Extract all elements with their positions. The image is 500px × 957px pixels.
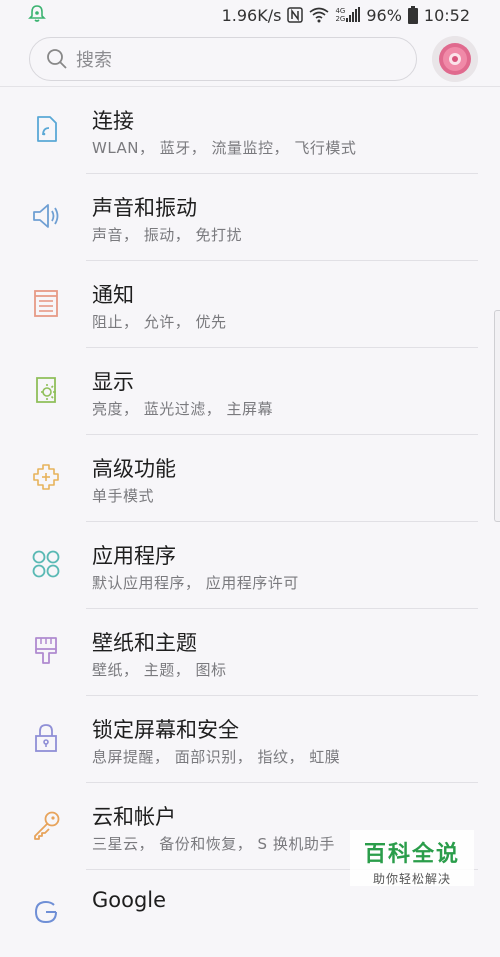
scrollbar[interactable] [494,310,500,522]
watermark-title: 百科全说 [363,842,460,867]
wifi-icon [309,7,329,23]
settings-item-subtitle: 阻止， 允许， 优先 [92,313,227,331]
google-icon [34,900,57,924]
settings-item-title: 壁纸和主题 [92,631,197,655]
settings-item-sounds[interactable]: 声音和振动 声音， 振动， 免打扰 [0,174,500,261]
settings-item-title: 连接 [92,109,134,133]
key-icon [34,811,60,840]
settings-item-title: 显示 [92,370,134,394]
settings-item-title: 声音和振动 [92,196,197,220]
settings-item-title: Google [92,888,167,912]
signal-4g-label: 4G [335,7,346,15]
clock: 10:52 [423,5,470,25]
settings-item-subtitle: WLAN， 蓝牙， 流量监控， 飞行模式 [92,139,357,157]
settings-item-display[interactable]: 显示 亮度， 蓝光过滤， 主屏幕 [0,348,500,435]
settings-item-title: 锁定屏幕和安全 [92,718,239,742]
settings-item-connections[interactable]: 连接 WLAN， 蓝牙， 流量监控， 飞行模式 [0,87,500,174]
battery-icon [407,6,418,24]
battery-percent: 96% [366,5,402,25]
settings-item-title: 云和帐户 [92,805,176,829]
settings-item-subtitle: 声音， 振动， 免打扰 [92,226,243,244]
watermark-subtitle: 助你轻松解决 [372,872,451,886]
settings-item-subtitle: 壁纸， 主题， 图标 [92,661,227,679]
settings-item-advanced-features[interactable]: 高级功能 单手模式 [0,435,500,522]
status-bar: 1.96K/s 4G 2G 96% 10:52 [0,0,500,30]
settings-item-subtitle: 三星云， 备份和恢复， S 换机助手 [92,835,335,853]
notification-icon [34,290,58,317]
signal-2g-label: 2G [335,15,346,23]
cellular-signal-icon: 4G 2G [335,7,361,23]
settings-item-subtitle: 亮度， 蓝光过滤， 主屏幕 [92,400,274,418]
network-speed: 1.96K/s [221,5,282,25]
speaker-icon [33,204,59,228]
settings-item-title: 高级功能 [92,457,176,481]
settings-item-notifications[interactable]: 通知 阻止， 允许， 优先 [0,261,500,348]
search-header: 搜索 [0,30,500,87]
settings-item-subtitle: 息屏提醒， 面部识别， 指纹， 虹膜 [92,748,341,766]
settings-item-lock-screen-security[interactable]: 锁定屏幕和安全 息屏提醒， 面部识别， 指纹， 虹膜 [0,696,500,783]
apps-icon [32,550,60,578]
settings-item-apps[interactable]: 应用程序 默认应用程序， 应用程序许可 [0,522,500,609]
settings-item-title: 应用程序 [92,544,176,568]
display-icon [36,377,56,403]
settings-list: 连接 WLAN， 蓝牙， 流量监控， 飞行模式 声音和振动 声音， 振动， 免打… [0,87,500,957]
settings-item-subtitle: 默认应用程序， 应用程序许可 [92,574,299,592]
watermark: 百科全说 助你轻松解决 [350,830,474,886]
advanced-features-icon [33,464,59,490]
wallpaper-brush-icon [35,637,57,664]
notification-bell-icon [28,4,46,28]
settings-item-title: 通知 [92,283,134,307]
avatar[interactable] [432,36,478,82]
connection-icon [37,116,57,142]
search-icon [47,49,67,69]
search-input[interactable]: 搜索 [29,37,417,81]
settings-item-subtitle: 单手模式 [92,487,155,505]
search-placeholder: 搜索 [76,50,112,71]
settings-item-wallpapers-themes[interactable]: 壁纸和主题 壁纸， 主题， 图标 [0,609,500,696]
nfc-icon [287,7,304,23]
lock-icon [35,724,57,752]
